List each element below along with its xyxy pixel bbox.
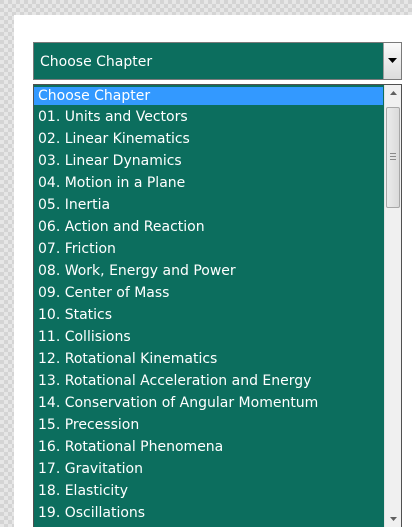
grip-lines-icon bbox=[390, 153, 396, 162]
list-item[interactable]: 13. Rotational Acceleration and Energy bbox=[34, 370, 384, 392]
list-item[interactable]: 07. Friction bbox=[34, 238, 384, 260]
list-item[interactable]: 14. Conservation of Angular Momentum bbox=[34, 392, 384, 414]
vertical-scrollbar[interactable] bbox=[384, 85, 401, 527]
list-item[interactable]: 19. Oscillations bbox=[34, 502, 384, 524]
scroll-down-button[interactable] bbox=[385, 511, 401, 527]
scroll-up-button[interactable] bbox=[385, 85, 401, 102]
list-item[interactable]: 06. Action and Reaction bbox=[34, 216, 384, 238]
list-item[interactable]: 04. Motion in a Plane bbox=[34, 172, 384, 194]
list-item[interactable]: 16. Rotational Phenomena bbox=[34, 436, 384, 458]
chapter-options: Choose Chapter 01. Units and Vectors 02.… bbox=[34, 86, 384, 524]
list-item[interactable]: 03. Linear Dynamics bbox=[34, 150, 384, 172]
chapter-dropdown-list[interactable]: Choose Chapter 01. Units and Vectors 02.… bbox=[33, 84, 402, 527]
list-item[interactable]: 11. Collisions bbox=[34, 326, 384, 348]
chapter-select-value: Choose Chapter bbox=[40, 54, 153, 70]
list-item[interactable]: 05. Inertia bbox=[34, 194, 384, 216]
scroll-thumb[interactable] bbox=[386, 107, 400, 208]
list-item[interactable]: 15. Precession bbox=[34, 414, 384, 436]
list-item[interactable]: 10. Statics bbox=[34, 304, 384, 326]
list-item[interactable]: 09. Center of Mass bbox=[34, 282, 384, 304]
select-dropdown-button[interactable] bbox=[383, 43, 401, 79]
list-item[interactable]: 18. Elasticity bbox=[34, 480, 384, 502]
list-item[interactable]: Choose Chapter bbox=[34, 87, 383, 105]
chapter-select[interactable]: Choose Chapter bbox=[33, 42, 402, 80]
list-item[interactable]: 08. Work, Energy and Power bbox=[34, 260, 384, 282]
list-item[interactable]: 17. Gravitation bbox=[34, 458, 384, 480]
scroll-down-arrow-icon bbox=[390, 517, 397, 521]
list-item[interactable]: 02. Linear Kinematics bbox=[34, 128, 384, 150]
caret-down-icon bbox=[388, 58, 397, 63]
scroll-up-arrow-icon bbox=[390, 91, 397, 95]
list-item[interactable]: 01. Units and Vectors bbox=[34, 106, 384, 128]
list-item[interactable]: 12. Rotational Kinematics bbox=[34, 348, 384, 370]
